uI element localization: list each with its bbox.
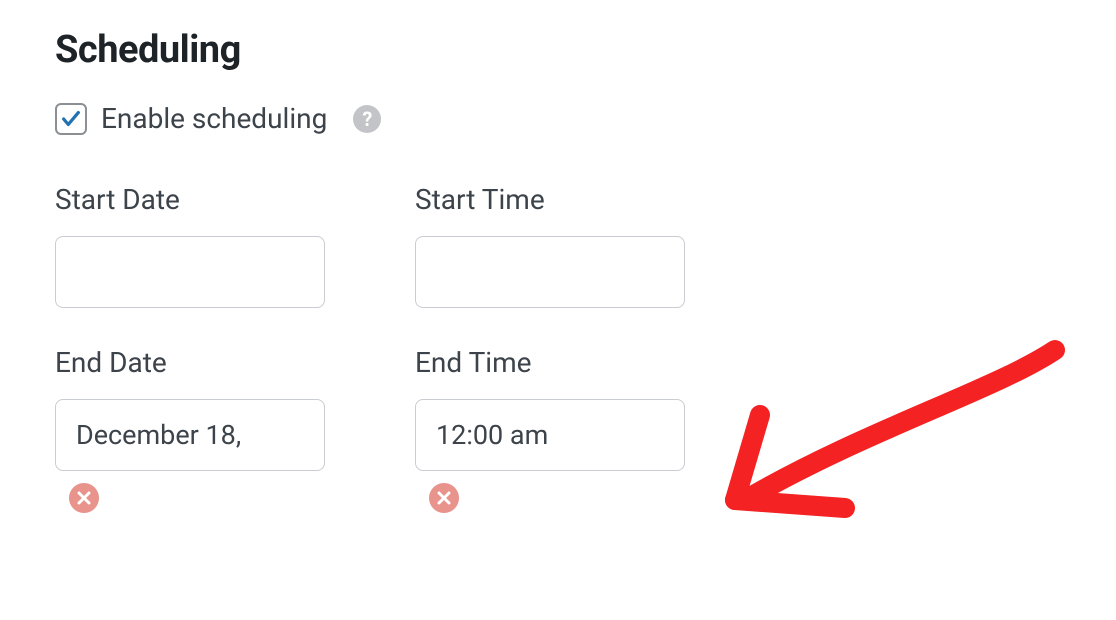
enable-scheduling-row: Enable scheduling ? [55,102,1061,135]
close-icon [437,491,451,505]
section-title: Scheduling [55,28,1061,72]
close-icon [77,491,91,505]
end-time-input[interactable] [415,399,685,471]
checkmark-icon [60,108,82,130]
end-date-label: End Date [55,346,385,379]
end-time-group: End Time [415,346,745,513]
end-date-group: End Date [55,346,385,513]
start-time-label: Start Time [415,183,745,216]
end-time-label: End Time [415,346,745,379]
start-date-group: Start Date [55,183,385,308]
clear-end-time-button[interactable] [429,483,459,513]
end-date-input[interactable] [55,399,325,471]
enable-scheduling-checkbox[interactable] [55,103,87,135]
help-icon[interactable]: ? [353,105,381,133]
start-date-input[interactable] [55,236,325,308]
start-time-input[interactable] [415,236,685,308]
start-date-label: Start Date [55,183,385,216]
start-time-group: Start Time [415,183,745,308]
clear-end-date-button[interactable] [69,483,99,513]
enable-scheduling-label: Enable scheduling [101,102,327,135]
schedule-fields-grid: Start Date Start Time End Date End Time [55,183,1061,513]
